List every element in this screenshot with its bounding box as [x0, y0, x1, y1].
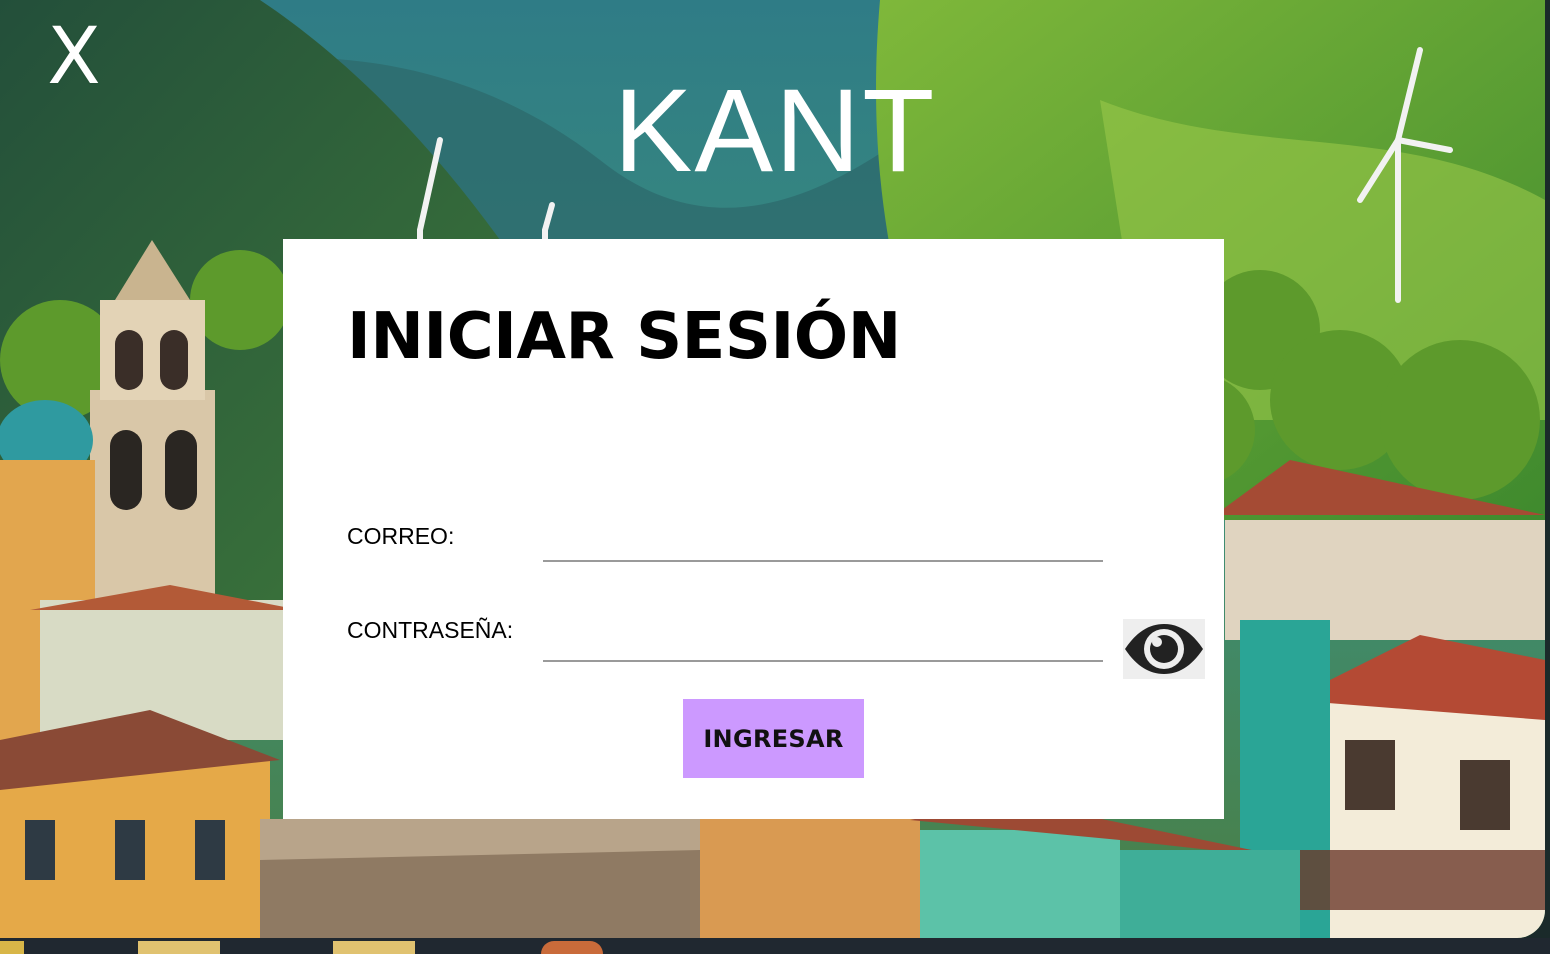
taskbar — [0, 938, 1550, 954]
email-field[interactable] — [543, 524, 1103, 562]
password-field[interactable] — [543, 624, 1103, 662]
login-window: X KANT INICIAR SESIÓN CORREO: CONTRASEÑA… — [0, 0, 1545, 938]
login-heading: INICIAR SESIÓN — [347, 300, 901, 374]
taskbar-app-icon[interactable] — [0, 941, 24, 954]
login-submit-button[interactable]: INGRESAR — [683, 699, 864, 778]
close-button[interactable]: X — [38, 14, 110, 100]
taskbar-browser-icon[interactable] — [541, 941, 603, 954]
app-title: KANT — [613, 65, 937, 197]
taskbar-file-icon[interactable] — [333, 941, 415, 954]
taskbar-file-icon[interactable] — [138, 941, 220, 954]
password-label: CONTRASEÑA: — [347, 617, 514, 643]
toggle-password-visibility-button[interactable] — [1123, 619, 1205, 679]
email-label: CORREO: — [347, 523, 455, 549]
eye-icon — [1125, 624, 1203, 674]
login-card: INICIAR SESIÓN CORREO: CONTRASEÑA: INGRE… — [283, 239, 1224, 819]
